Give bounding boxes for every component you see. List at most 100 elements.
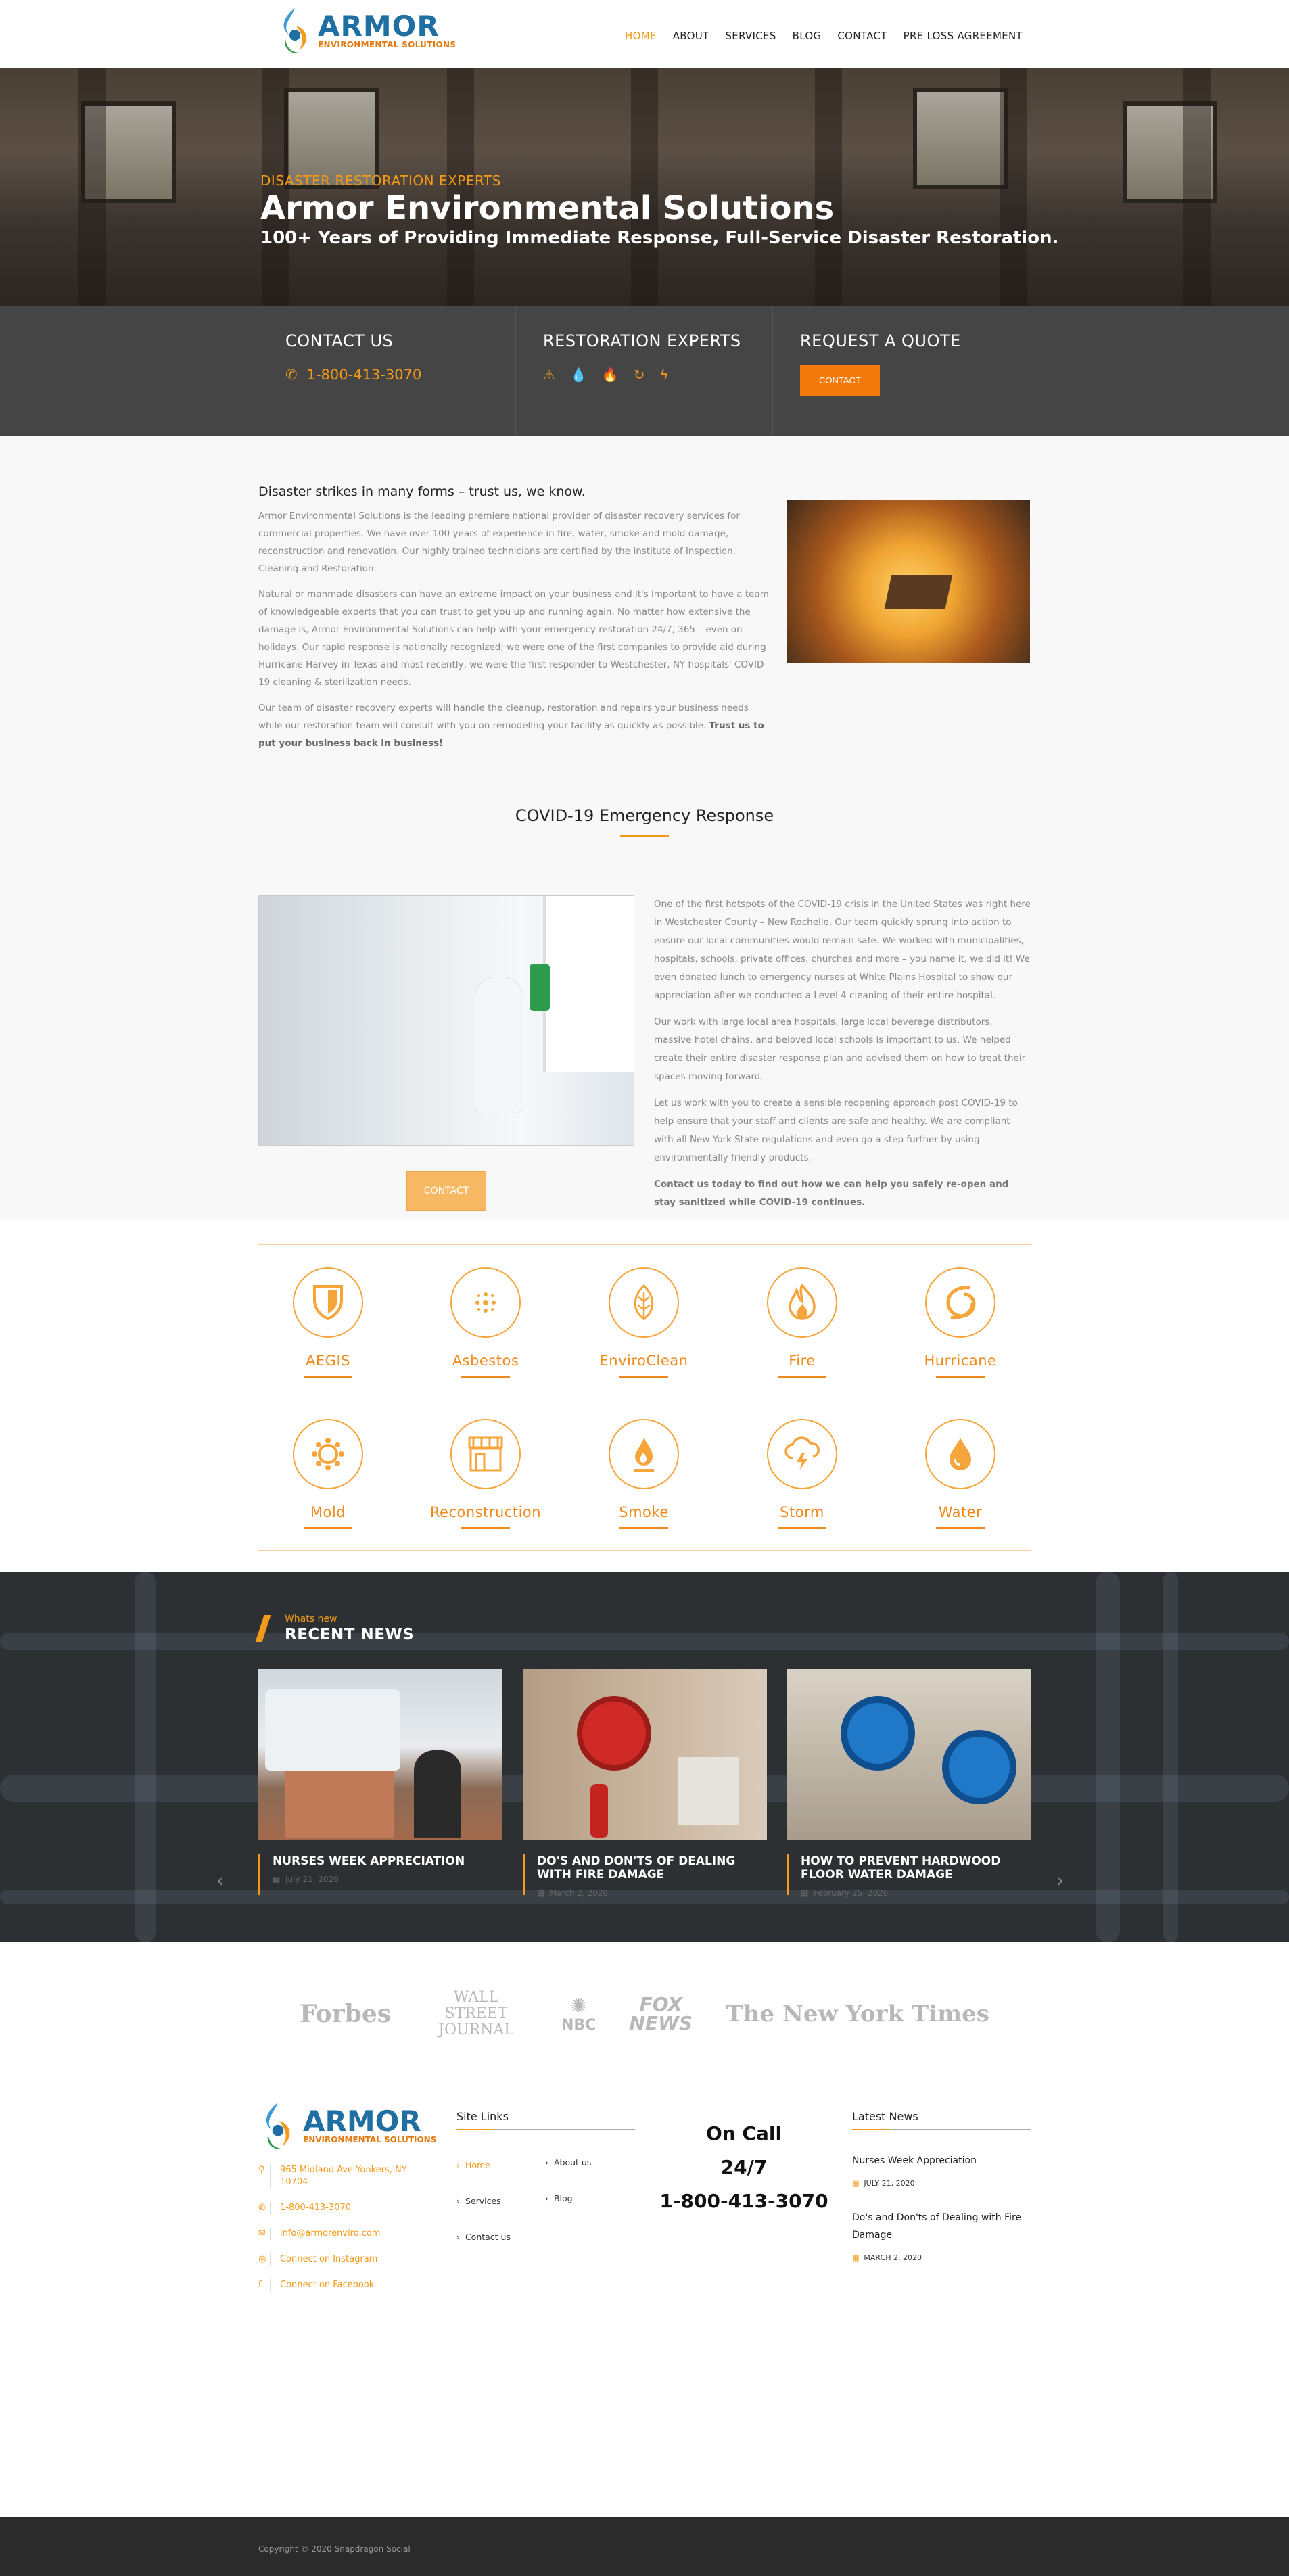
quote-column: REQUEST A QUOTE CONTACT — [772, 306, 1029, 436]
nyt-logo: The New York Times — [726, 2000, 989, 2028]
contact-title: CONTACT US — [285, 331, 394, 350]
service-asbestos[interactable]: Asbestos — [425, 1267, 546, 1378]
covid-contact-button[interactable]: CONTACT — [406, 1171, 486, 1211]
covid-body: One of the first hotspots of the COVID-1… — [654, 895, 1031, 1220]
service-aegis[interactable]: AEGIS — [267, 1267, 389, 1378]
hero-title: Armor Environmental Solutions — [260, 189, 835, 227]
service-fire[interactable]: Fire — [741, 1267, 863, 1378]
phone-icon: ✆ — [258, 2202, 271, 2214]
lightning-icon: ϟ — [659, 367, 669, 383]
logo-name: ARMOR — [318, 9, 440, 43]
footer-link-about[interactable]: › About us — [545, 2157, 591, 2168]
fire-image — [787, 500, 1030, 663]
instagram-icon: ◎ — [258, 2253, 271, 2266]
covid-cleaning-image — [258, 895, 634, 1146]
news-card[interactable]: HOW TO PREVENT HARDWOOD FLOOR WATER DAMA… — [787, 1669, 1031, 1898]
experts-column: RESTORATION EXPERTS ⚠ 💧 🔥 ↻ ϟ — [515, 306, 772, 436]
service-mold[interactable]: Mold — [267, 1419, 389, 1529]
services-grid: AEGIS Asbestos EnviroClean Fire Hurrican… — [0, 1220, 1289, 1572]
on-call-block: On Call 24/7 1-800-413-3070 — [649, 2117, 839, 2218]
calendar-icon: ▦ — [852, 2179, 860, 2188]
phone-row[interactable]: ✆ 1-800-413-3070 — [258, 2202, 421, 2214]
news-card[interactable]: NURSES WEEK APPRECIATION ▦ July 21, 2020 — [258, 1669, 502, 1895]
forbes-logo: Forbes — [300, 2000, 391, 2028]
nav-contact[interactable]: CONTACT — [837, 30, 887, 42]
carousel-next-icon[interactable]: › — [1056, 1869, 1064, 1892]
envelope-icon: ✉ — [258, 2228, 271, 2240]
site-links-col1: › Home › Services › Contact us — [456, 2160, 511, 2268]
instagram-row[interactable]: ◎ Connect on Instagram — [258, 2253, 421, 2266]
recent-news: Whats new RECENT NEWS ‹ › NURSES WEEK AP… — [0, 1572, 1289, 1942]
wsj-logo: WALL STREET JOURNAL — [438, 1989, 514, 2038]
mold-icon — [312, 1438, 344, 1470]
facebook-row[interactable]: f Connect on Facebook — [258, 2279, 421, 2291]
footer-link-services[interactable]: › Services — [456, 2196, 511, 2206]
hero-banner: DISASTER RESTORATION EXPERTS Armor Envir… — [0, 68, 1289, 306]
title-underline — [852, 2129, 1031, 2130]
about-section: Disaster strikes in many forms – trust u… — [0, 436, 1289, 1220]
covid-paragraph: Our work with large local area hospitals… — [654, 1016, 1026, 1082]
water-drop-icon — [950, 1438, 971, 1470]
fire-icon: 🔥 — [601, 367, 619, 383]
phone-link[interactable]: ✆ 1-800-413-3070 — [285, 367, 488, 383]
nav-pre-loss-agreement[interactable]: PRE LOSS AGREEMENT — [904, 30, 1023, 42]
service-hurricane[interactable]: Hurricane — [899, 1267, 1021, 1378]
divider — [258, 1244, 1031, 1245]
divider — [258, 1550, 1031, 1551]
footer-link-blog[interactable]: › Blog — [545, 2193, 591, 2203]
storefront-icon — [468, 1436, 503, 1472]
copyright-bar: Copyright © 2020 Snapdragon Social — [0, 2517, 1289, 2576]
nbc-logo: ✺ NBC — [561, 1994, 596, 2034]
footer-link-contact[interactable]: › Contact us — [456, 2232, 511, 2242]
footer-logo[interactable]: ARMOR ENVIRONMENTAL SOLUTIONS — [258, 2099, 436, 2153]
nav-blog[interactable]: BLOG — [793, 30, 822, 42]
phone-number: 1-800-413-3070 — [306, 367, 422, 383]
news-kicker: Whats new — [285, 1614, 337, 1624]
service-smoke[interactable]: Smoke — [583, 1419, 705, 1529]
hurricane-icon — [946, 1286, 976, 1319]
map-pin-icon: ⚲ — [258, 2164, 271, 2188]
news-heading: RECENT NEWS — [285, 1626, 415, 1643]
nav-home[interactable]: HOME — [625, 30, 657, 42]
site-links-title: Site Links — [456, 2110, 509, 2123]
about-paragraph: Natural or manmade disasters can have an… — [258, 589, 769, 688]
main-nav: HOME ABOUT SERVICES BLOG CONTACT PRE LOS… — [625, 30, 1023, 42]
footer-contact: ⚲ 965 Midland Ave Yonkers, NY 10704 ✆ 1-80… — [258, 2164, 421, 2305]
site-logo[interactable]: ARMOR ENVIRONMENTAL SOLUTIONS — [276, 5, 456, 57]
carousel-prev-icon[interactable]: ‹ — [216, 1869, 224, 1892]
hero-text: DISASTER RESTORATION EXPERTS Armor Envir… — [260, 172, 1058, 248]
hazard-icon: ⚠ — [543, 367, 555, 383]
nav-services[interactable]: SERVICES — [725, 30, 776, 42]
title-underline — [456, 2129, 635, 2130]
logo-mark-icon — [276, 5, 314, 57]
on-call-phone[interactable]: 1-800-413-3070 — [649, 2184, 839, 2218]
contact-column: CONTACT US ✆ 1-800-413-3070 — [258, 306, 515, 436]
footer-link-home[interactable]: › Home — [456, 2160, 511, 2170]
service-enviroclean[interactable]: EnviroClean — [583, 1267, 705, 1378]
service-reconstruction[interactable]: Reconstruction — [425, 1419, 546, 1529]
nav-about[interactable]: ABOUT — [673, 30, 709, 42]
hero-subtitle: 100+ Years of Providing Immediate Respon… — [260, 228, 1059, 248]
latest-news-item[interactable]: Nurses Week Appreciation — [852, 2152, 1031, 2170]
hero-kicker: DISASTER RESTORATION EXPERTS — [260, 172, 501, 189]
about-heading: Disaster strikes in many forms – trust u… — [258, 484, 586, 499]
email-row[interactable]: ✉ info@armorenviro.com — [258, 2228, 421, 2240]
press-logos: Forbes WALL STREET JOURNAL ✺ NBC FOX NEWS… — [0, 1942, 1289, 2084]
covid-paragraph: Contact us today to find out how we can … — [654, 1179, 1009, 1208]
site-footer: ARMOR ENVIRONMENTAL SOLUTIONS ⚲ 965 Midlan… — [0, 2084, 1289, 2517]
site-links-col2: › About us › Blog — [545, 2157, 591, 2229]
service-storm[interactable]: Storm — [741, 1419, 863, 1529]
on-call-hours: 24/7 — [720, 2156, 768, 2178]
copyright-text: Copyright © 2020 Snapdragon Social — [258, 2544, 411, 2554]
heading-underline — [620, 835, 669, 837]
news-image — [258, 1669, 502, 1840]
about-paragraph: Our team of disaster recovery experts wi… — [258, 703, 764, 749]
about-body: Armor Environmental Solutions is the lea… — [258, 507, 772, 760]
quote-contact-button[interactable]: CONTACT — [800, 365, 880, 396]
service-water[interactable]: Water — [899, 1419, 1021, 1529]
news-card[interactable]: DO'S AND DON'TS OF DEALING WITH FIRE DAM… — [523, 1669, 767, 1898]
news-title: DO'S AND DON'TS OF DEALING WITH FIRE DAM… — [537, 1854, 736, 1881]
news-title: HOW TO PREVENT HARDWOOD FLOOR WATER DAMA… — [801, 1854, 1001, 1881]
latest-news-date: ▦ JULY 21, 2020 — [852, 2179, 915, 2188]
latest-news-item[interactable]: Do's and Don'ts of Dealing with Fire Dam… — [852, 2209, 1031, 2244]
